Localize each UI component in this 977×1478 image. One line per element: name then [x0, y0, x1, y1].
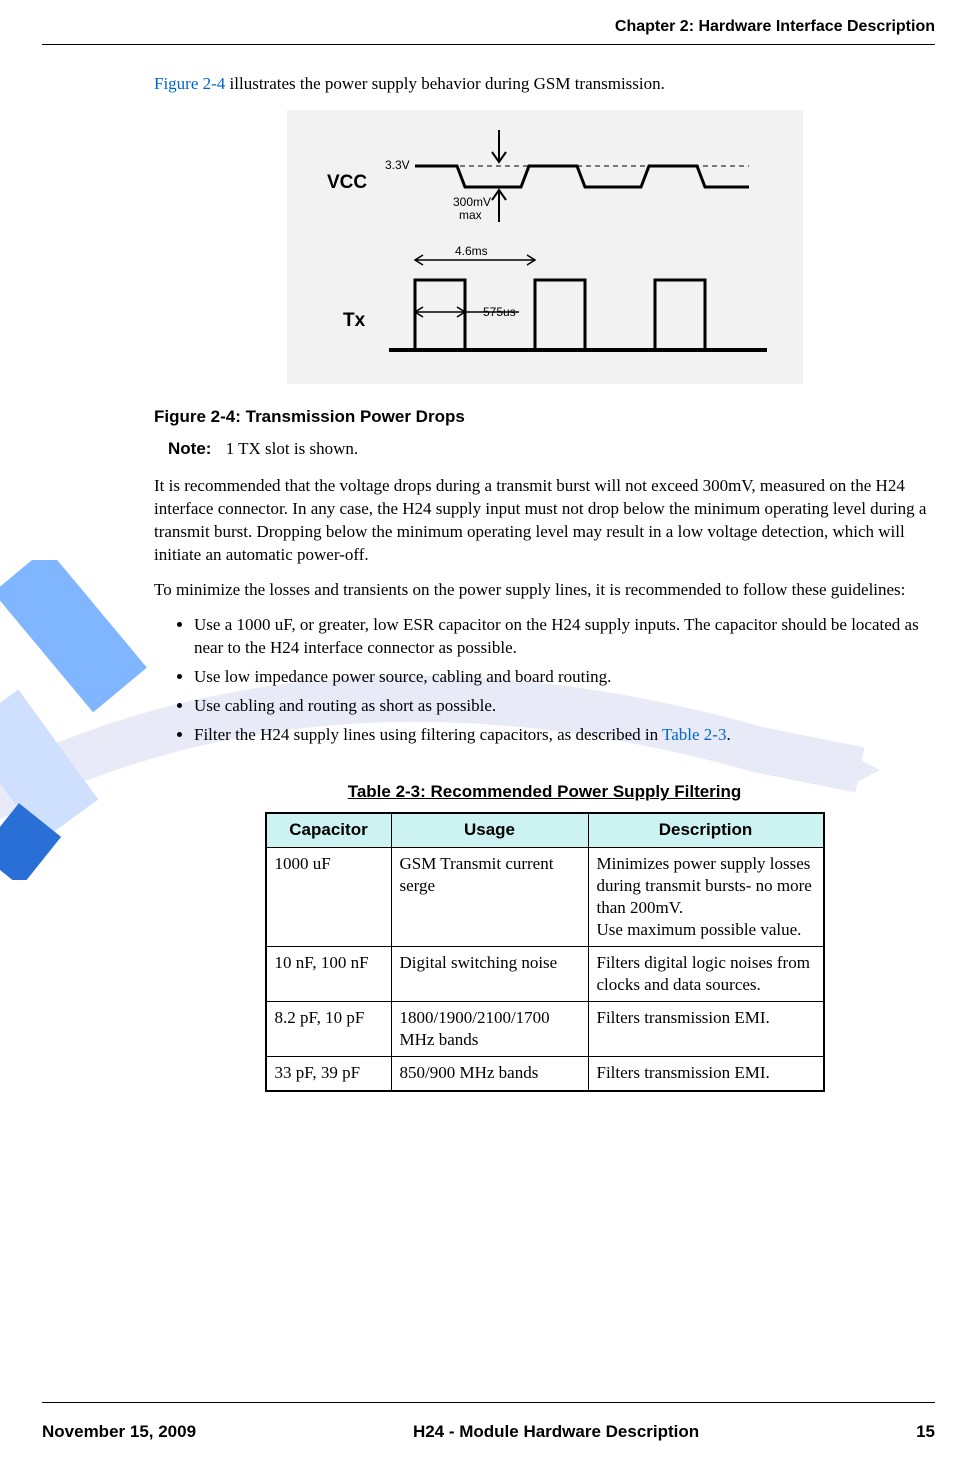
- list-item: Filter the H24 supply lines using filter…: [194, 724, 935, 747]
- intro-sentence: Figure 2-4 illustrates the power supply …: [154, 73, 935, 96]
- intro-text: illustrates the power supply behavior du…: [225, 74, 665, 93]
- footer-page: 15: [916, 1421, 935, 1444]
- th-description: Description: [588, 813, 824, 847]
- page-footer: November 15, 2009 H24 - Module Hardware …: [42, 1402, 935, 1444]
- table-title: Table 2-3: Recommended Power Supply Filt…: [154, 781, 935, 804]
- figure-2-4: VCC 3.3V 300mV max Tx: [287, 110, 803, 384]
- note-text: 1 TX slot is shown.: [226, 439, 358, 458]
- note-line: Note: 1 TX slot is shown.: [168, 438, 935, 461]
- header-rule: [42, 44, 935, 45]
- th-usage: Usage: [391, 813, 588, 847]
- tx-label: Tx: [343, 310, 366, 331]
- figure-link[interactable]: Figure 2-4: [154, 74, 225, 93]
- note-label: Note:: [168, 439, 211, 458]
- list-item: Use low impedance power source, cabling …: [194, 666, 935, 689]
- footer-title: H24 - Module Hardware Description: [413, 1421, 699, 1444]
- vcc-label: VCC: [327, 172, 367, 193]
- body-paragraph-2: To minimize the losses and transients on…: [154, 579, 935, 602]
- power-filtering-table: Capacitor Usage Description 1000 uF GSM …: [265, 812, 825, 1092]
- 575us-label: 575us: [483, 305, 516, 319]
- 4.6ms-label: 4.6ms: [455, 244, 488, 258]
- table-row: 33 pF, 39 pF 850/900 MHz bands Filters t…: [266, 1057, 824, 1091]
- page-header: Chapter 2: Hardware Interface Descriptio…: [42, 16, 935, 44]
- body-paragraph-1: It is recommended that the voltage drops…: [154, 475, 935, 567]
- chapter-title: Chapter 2: Hardware Interface Descriptio…: [615, 18, 935, 35]
- table-link[interactable]: Table 2-3: [662, 725, 726, 744]
- 300mv-label: 300mV: [453, 195, 491, 209]
- guideline-list: Use a 1000 uF, or greater, low ESR capac…: [154, 614, 935, 747]
- table-row: 1000 uF GSM Transmit current serge Minim…: [266, 847, 824, 946]
- list-item: Use cabling and routing as short as poss…: [194, 695, 935, 718]
- footer-date: November 15, 2009: [42, 1421, 196, 1444]
- list-item: Use a 1000 uF, or greater, low ESR capac…: [194, 614, 935, 660]
- 3v3-label: 3.3V: [385, 158, 410, 172]
- figure-title: Figure 2-4: Transmission Power Drops: [154, 406, 935, 429]
- table-row: 8.2 pF, 10 pF 1800/1900/2100/1700 MHz ba…: [266, 1002, 824, 1057]
- table-row: 10 nF, 100 nF Digital switching noise Fi…: [266, 947, 824, 1002]
- max-label: max: [459, 208, 482, 222]
- th-capacitor: Capacitor: [266, 813, 392, 847]
